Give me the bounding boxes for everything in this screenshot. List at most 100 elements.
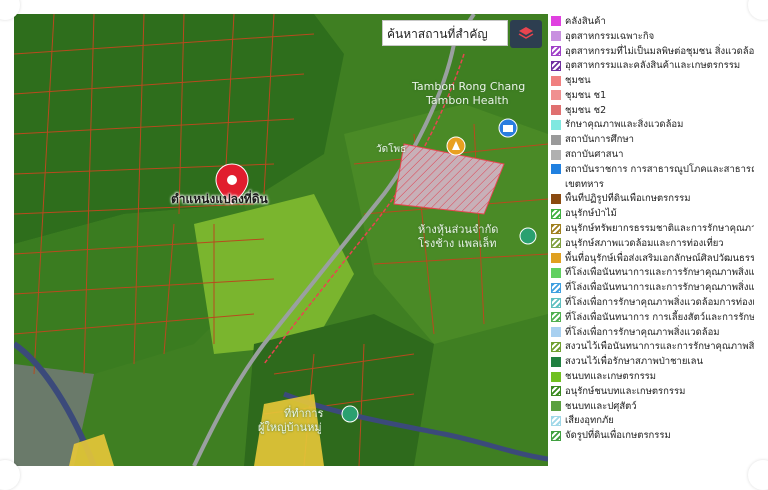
legend-label: คลังสินค้า [565, 15, 606, 27]
pin-label: ตำแหน่งแปลงที่ดิน [171, 192, 268, 206]
legend-label: อนุรักษ์ป่าไม้ [565, 208, 617, 220]
legend-swatch [551, 179, 561, 189]
legend-swatch [551, 16, 561, 27]
label-tambon-rong-chang: Tambon Rong Chang [412, 80, 526, 93]
legend-item: อนุรักษ์ทรัพยากรธรรมชาติและการรักษาคุณภา… [550, 221, 754, 236]
search-input[interactable]: ค้นหาสถานที่สำคัญ [382, 20, 508, 46]
legend-item: เขตทหาร [550, 177, 754, 192]
legend-item: ที่โล่งเพื่อนันทนาการ การเลี้ยงสัตว์และก… [550, 310, 754, 325]
label-wat: วัดโพธ [376, 144, 407, 155]
layers-icon [518, 27, 534, 39]
legend-item: อนุรักษ์ป่าไม้ [550, 206, 754, 221]
legend-label: สงวนไว้เพื่อนันทนาการและการรักษาคุณภาพสิ… [565, 341, 754, 353]
legend-label: อุตสาหกรรมและคลังสินค้าและเกษตรกรรม [565, 60, 741, 72]
legend-swatch [551, 164, 561, 175]
legend-swatch [551, 327, 561, 338]
label-store-2: โรงช้าง แพลเล็ท [418, 237, 497, 250]
legend-item: สงวนไว้เพื่อนันทนาการและการรักษาคุณภาพสิ… [550, 340, 754, 355]
legend-item: ชนบทและเกษตรกรรม [550, 369, 754, 384]
legend-item: จัดรูปที่ดินเพื่อเกษตรกรรม [550, 428, 754, 443]
legend-label: ชนบทและเกษตรกรรม [565, 371, 657, 383]
legend-label: สงวนไว้เพื่อรักษาสภาพป่าชายเลน [565, 356, 703, 368]
legend-label: ที่โล่งเพื่อนันทนาการและการรักษาคุณภาพสิ… [565, 282, 754, 294]
legend-swatch [551, 31, 561, 42]
legend-item: ชุมชน [550, 73, 754, 88]
legend-item: ที่โล่งเพื่อการรักษาคุณภาพสิ่งแวดล้อมการ… [550, 295, 754, 310]
legend-swatch [551, 386, 561, 397]
legend-label: สถาบันการศึกษา [565, 134, 634, 146]
legend-label: อนุรักษ์ชนบทและเกษตรกรรม [565, 385, 686, 397]
legend-label: ที่โล่งเพื่อนันทนาการและการรักษาคุณภาพสิ… [565, 267, 754, 279]
legend-swatch [551, 312, 561, 323]
legend-swatch [551, 75, 561, 86]
legend-label: อนุรักษ์ทรัพยากรธรรมชาติและการรักษาคุณภา… [565, 223, 754, 235]
legend-swatch [551, 208, 561, 219]
layers-button[interactable] [510, 20, 542, 48]
legend-label: ชนบทและปศุสัตว์ [565, 400, 637, 412]
legend-swatch [551, 45, 561, 56]
legend-item: เสี่ยงอุทกภัย [550, 414, 754, 429]
legend-label: เสี่ยงอุทกภัย [565, 415, 614, 427]
legend-swatch [551, 223, 561, 234]
legend-item: ชนบทและปศุสัตว์ [550, 399, 754, 414]
legend-label: ชุมชน [565, 75, 591, 87]
legend-item: อนุรักษ์ชนบทและเกษตรกรรม [550, 384, 754, 399]
legend-item: อุตสาหกรรมและคลังสินค้าและเกษตรกรรม [550, 58, 754, 73]
legend-swatch [551, 253, 561, 264]
legend-panel: คลังสินค้าอุตสาหกรรมเฉพาะกิจอุตสาหกรรมที… [550, 14, 754, 466]
legend-swatch [551, 60, 561, 71]
legend-swatch [551, 341, 561, 352]
legend-label: อุตสาหกรรมเฉพาะกิจ [565, 30, 655, 42]
legend-swatch [551, 371, 561, 382]
legend-swatch [551, 401, 561, 412]
legend-swatch [551, 193, 561, 204]
shop-marker[interactable] [519, 227, 537, 245]
map-view[interactable]: Tambon Rong Chang Tambon Health วัดโพธ ห… [14, 14, 548, 466]
legend-item: พื้นที่ปฏิรูปที่ดินเพื่อเกษตรกรรม [550, 192, 754, 207]
legend-item: สถาบันการศึกษา [550, 132, 754, 147]
legend-item: ชุมชน ช2 [550, 103, 754, 118]
legend-item: พื้นที่อนุรักษ์เพื่อส่งเสริมเอกลักษณ์ศิล… [550, 251, 754, 266]
health-marker[interactable] [498, 118, 518, 138]
legend-item: สถาบันราชการ การสาธารณูปโภคและสาธารณูปกา… [550, 162, 754, 177]
legend-item: ที่โล่งเพื่อนันทนาการและการรักษาคุณภาพสิ… [550, 266, 754, 281]
legend-item: สถาบันศาสนา [550, 147, 754, 162]
legend-swatch [551, 430, 561, 441]
legend-swatch [551, 415, 561, 426]
legend-swatch [551, 90, 561, 101]
legend-item: อุตสาหกรรมที่ไม่เป็นมลพิษต่อชุมชน สิ่งแว… [550, 44, 754, 59]
legend-label: จัดรูปที่ดินเพื่อเกษตรกรรม [565, 430, 671, 442]
office-marker[interactable] [341, 405, 359, 423]
corner-ornament [748, 460, 768, 490]
legend-label: ที่โล่งเพื่อการรักษาคุณภาพสิ่งแวดล้อมการ… [565, 297, 754, 309]
temple-marker[interactable] [446, 136, 466, 156]
legend-item: อุตสาหกรรมเฉพาะกิจ [550, 29, 754, 44]
legend-label: ชุมชน ช1 [565, 89, 607, 101]
legend-label: รักษาคุณภาพและสิ่งแวดล้อม [565, 119, 684, 131]
label-tambon-health: Tambon Health [426, 94, 509, 107]
legend-label: พื้นที่ปฏิรูปที่ดินเพื่อเกษตรกรรม [565, 193, 691, 205]
legend-item: อนุรักษ์สภาพแวดล้อมและการท่องเที่ยว [550, 236, 754, 251]
legend-swatch [551, 134, 561, 145]
legend-label: พื้นที่อนุรักษ์เพื่อส่งเสริมเอกลักษณ์ศิล… [565, 252, 754, 264]
label-office-2: ผู้ใหญ่บ้านหมู่ [258, 421, 322, 434]
legend-swatch [551, 282, 561, 293]
legend-swatch [551, 119, 561, 130]
legend-swatch [551, 356, 561, 367]
legend-item: คลังสินค้า [550, 14, 754, 29]
legend-swatch [551, 297, 561, 308]
legend-label: สถาบันศาสนา [565, 149, 624, 161]
legend-item: ที่โล่งเพื่อนันทนาการและการรักษาคุณภาพสิ… [550, 280, 754, 295]
legend-swatch [551, 149, 561, 160]
legend-item: รักษาคุณภาพและสิ่งแวดล้อม [550, 118, 754, 133]
legend-item: สงวนไว้เพื่อรักษาสภาพป่าชายเลน [550, 354, 754, 369]
legend-label: ที่โล่งเพื่อการรักษาคุณภาพสิ่งแวดล้อม [565, 326, 720, 338]
legend-swatch [551, 238, 561, 249]
legend-label: สถาบันราชการ การสาธารณูปโภคและสาธารณูปกา… [565, 163, 754, 175]
legend-label: อุตสาหกรรมที่ไม่เป็นมลพิษต่อชุมชน สิ่งแว… [565, 45, 754, 57]
legend-label: ที่โล่งเพื่อนันทนาการ การเลี้ยงสัตว์และก… [565, 311, 754, 323]
legend-swatch [551, 267, 561, 278]
legend-label: เขตทหาร [565, 178, 604, 190]
legend-item: ชุมชน ช1 [550, 88, 754, 103]
legend-label: อนุรักษ์สภาพแวดล้อมและการท่องเที่ยว [565, 237, 724, 249]
